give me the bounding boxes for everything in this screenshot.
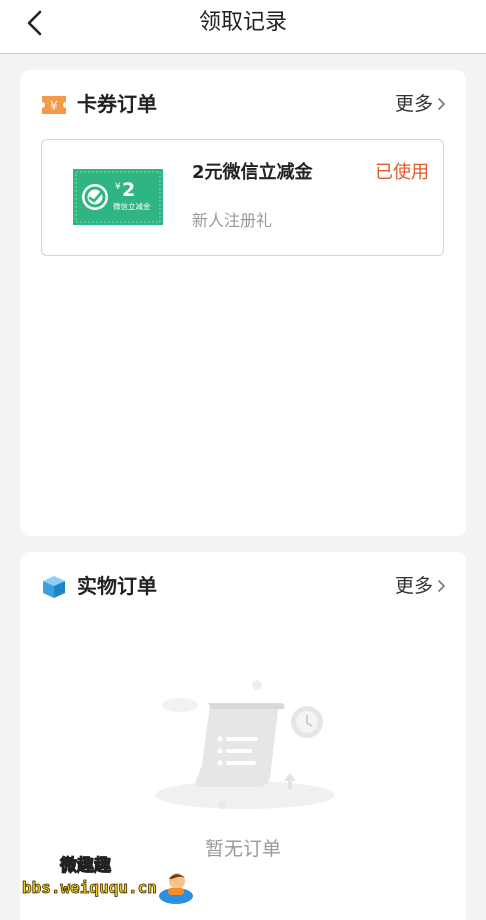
navigation-bar: 领取记录 — [0, 0, 486, 54]
goods-orders-more-link[interactable]: 更多 — [395, 572, 446, 600]
svg-text:¥: ¥ — [50, 99, 58, 113]
more-label: 更多 — [394, 575, 433, 597]
goods-orders-title: 实物订单 — [77, 574, 157, 598]
chevron-right-icon — [438, 580, 445, 592]
coupon-status-badge: 已使用 — [375, 162, 429, 183]
svg-text:2: 2 — [122, 179, 135, 201]
watermark-mascot-icon — [159, 873, 193, 904]
more-label: 更多 — [394, 93, 433, 115]
page-title: 领取记录 — [198, 10, 287, 35]
empty-orders-illustration — [155, 680, 335, 809]
coupon-orders-title: 卡券订单 — [77, 92, 157, 116]
svg-text:¥: ¥ — [115, 182, 121, 192]
ticket-icon: ¥ — [42, 96, 66, 114]
coupon-orders-more-link[interactable]: 更多 — [395, 90, 446, 118]
coupon-orders-card: ¥ 卡券订单 更多 ¥ 2 微信立减金 2元微信立减金 新人注册礼 已使用 — [20, 70, 466, 536]
watermark-top-text: 微趣趣 — [60, 856, 112, 877]
box-icon — [43, 576, 65, 598]
coupon-list-item[interactable]: ¥ 2 微信立减金 2元微信立减金 新人注册礼 已使用 — [41, 139, 444, 256]
watermark-url-text: bbs.weiququ.cn — [22, 878, 158, 898]
coupon-name: 2元微信立减金 — [192, 162, 313, 183]
wechat-coupon-thumbnail-art: ¥ 2 微信立减金 — [73, 169, 163, 225]
coupon-subtitle: 新人注册礼 — [192, 211, 273, 230]
svg-text:微信立减金: 微信立减金 — [113, 201, 151, 211]
coupon-thumbnail: ¥ 2 微信立减金 — [73, 169, 163, 225]
chevron-right-icon — [438, 98, 445, 110]
coupon-orders-header: ¥ 卡券订单 更多 — [40, 90, 446, 120]
watermark: 微趣趣 bbs.weiququ.cn — [22, 855, 202, 915]
goods-orders-header: 实物订单 更多 — [40, 572, 446, 602]
